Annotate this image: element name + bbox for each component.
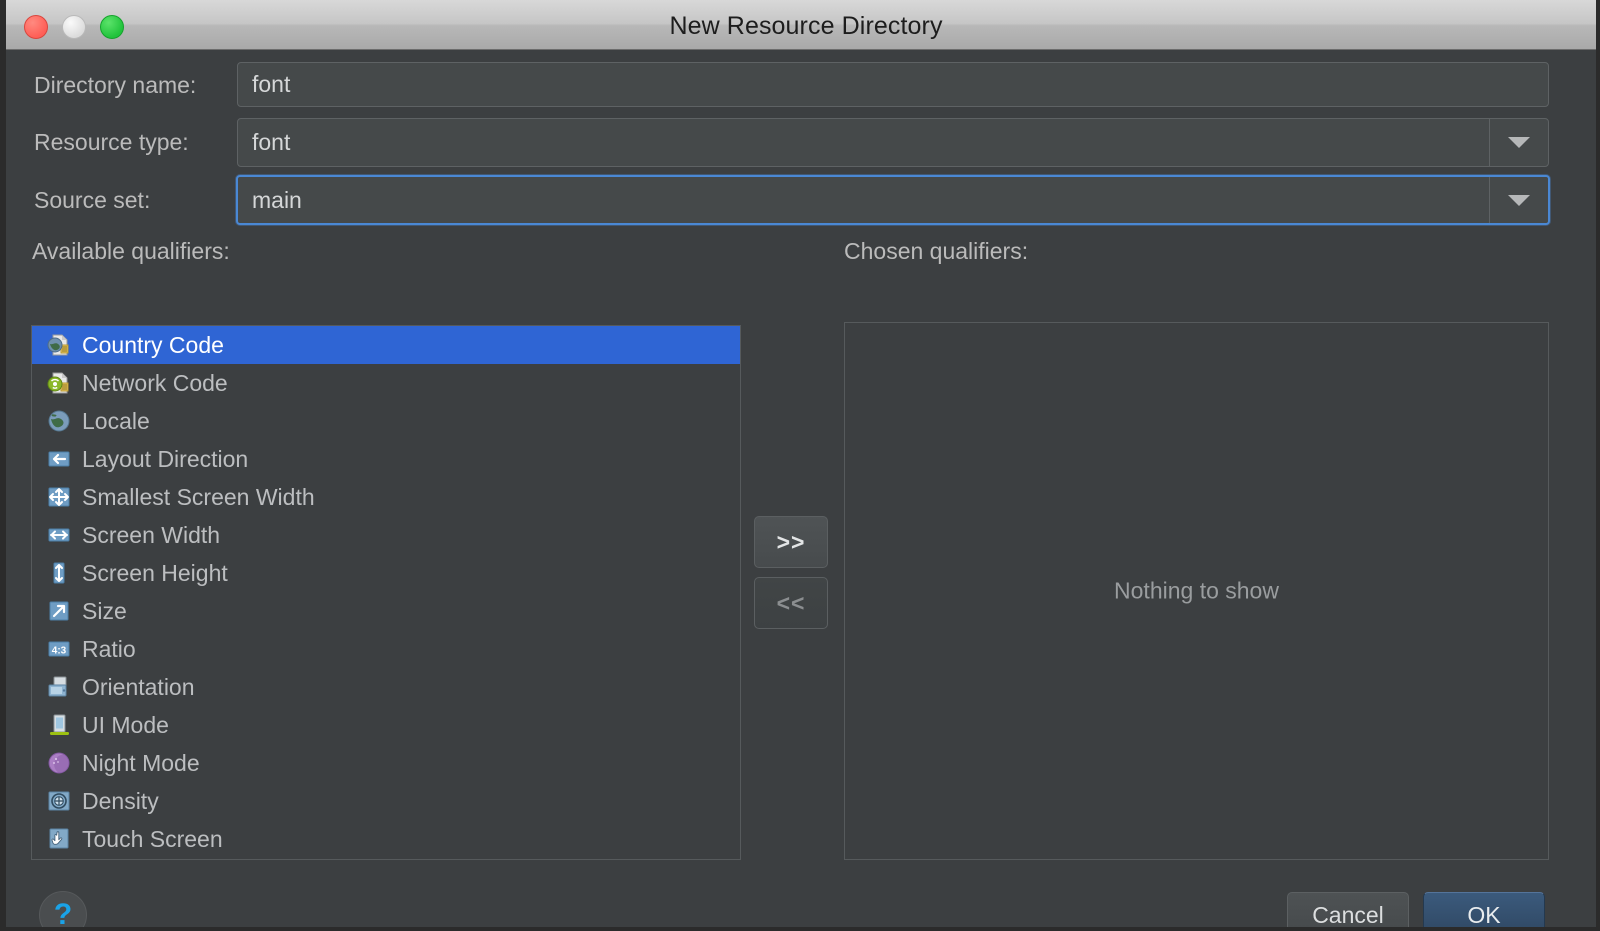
source-set-value: main [252,186,302,213]
title-bar: New Resource Directory [6,0,1596,50]
size-icon [46,598,72,624]
qualifier-row[interactable]: Size [32,592,740,630]
qualifier-label: Screen Height [82,559,228,586]
qualifier-row[interactable]: 4:3 Ratio [32,630,740,668]
ok-label: OK [1467,901,1501,928]
ui-mode-icon [46,712,72,738]
screen-width-icon [46,522,72,548]
qualifier-label: Network Code [82,369,228,396]
resource-type-value: font [252,129,291,155]
chosen-qualifiers-list[interactable]: Nothing to show [844,322,1549,860]
qualifier-label: Orientation [82,673,195,700]
remove-qualifier-button[interactable]: << [754,577,828,629]
question-mark-icon: ? [53,898,73,931]
directory-name-value: font [252,71,291,97]
add-qualifier-button[interactable]: >> [754,516,828,568]
available-qualifiers-list[interactable]: Country Code Network Code Locale Layout Dir… [31,325,741,860]
qualifier-label: Night Mode [82,749,200,776]
resource-type-combobox[interactable]: font [237,118,1549,167]
smallest-screen-width-icon [46,484,72,510]
qualifier-row[interactable]: Screen Height [32,554,740,592]
qualifier-row[interactable]: Night Mode [32,744,740,782]
qualifier-row[interactable]: Touch Screen [32,820,740,858]
qualifier-label: Touch Screen [82,825,223,852]
directory-name-label: Directory name: [34,72,197,98]
qualifier-label: Size [82,597,127,624]
chosen-empty-message: Nothing to show [1114,577,1279,604]
source-set-combobox[interactable]: main [236,175,1550,225]
chosen-qualifiers-label: Chosen qualifiers: [844,238,1029,264]
qualifier-label: Density [82,787,159,814]
qualifier-row[interactable]: Layout Direction [32,440,740,478]
layout-direction-icon [46,446,72,472]
qualifier-row[interactable]: Network Code [32,364,740,402]
qualifier-row[interactable]: Density [32,782,740,820]
remove-qualifier-label: << [776,589,806,616]
qualifier-label: UI Mode [82,711,169,738]
network-code-icon [46,370,72,396]
svg-text:4:3: 4:3 [52,646,67,657]
cancel-button[interactable]: Cancel [1287,892,1409,928]
cancel-label: Cancel [1312,901,1384,928]
qualifier-label: Smallest Screen Width [82,483,315,510]
available-qualifiers-label: Available qualifiers: [32,238,230,264]
chevron-down-icon[interactable] [1489,177,1548,223]
qualifier-row[interactable]: Locale [32,402,740,440]
density-icon [46,788,72,814]
qualifier-label: Screen Width [82,521,221,548]
new-resource-directory-dialog: New Resource Directory Directory name: f… [0,0,1600,931]
touch-screen-icon [46,826,72,852]
window-title: New Resource Directory [669,12,943,40]
directory-name-input[interactable]: font [237,62,1549,107]
chevron-down-icon[interactable] [1489,119,1548,166]
country-code-icon [46,332,72,358]
ok-button[interactable]: OK [1423,892,1545,928]
qualifier-label: Layout Direction [82,445,249,472]
qualifier-label: Ratio [82,635,136,662]
add-qualifier-label: >> [776,528,806,555]
qualifier-row[interactable]: Orientation [32,668,740,706]
help-button[interactable]: ? [39,891,87,931]
night-mode-icon [46,750,72,776]
qualifier-row[interactable]: Smallest Screen Width [32,478,740,516]
screen-height-icon [46,560,72,586]
resource-type-label: Resource type: [34,129,189,155]
qualifier-label: Locale [82,407,150,434]
orientation-icon [46,674,72,700]
qualifier-label: Country Code [82,331,224,358]
locale-icon [46,408,72,434]
source-set-label: Source set: [34,187,151,213]
qualifier-row[interactable]: Country Code [32,326,740,364]
qualifier-row[interactable]: UI Mode [32,706,740,744]
ratio-icon: 4:3 [46,636,72,662]
dialog-body: Directory name: font Resource type: font… [6,50,1596,931]
qualifier-row[interactable]: Screen Width [32,516,740,554]
